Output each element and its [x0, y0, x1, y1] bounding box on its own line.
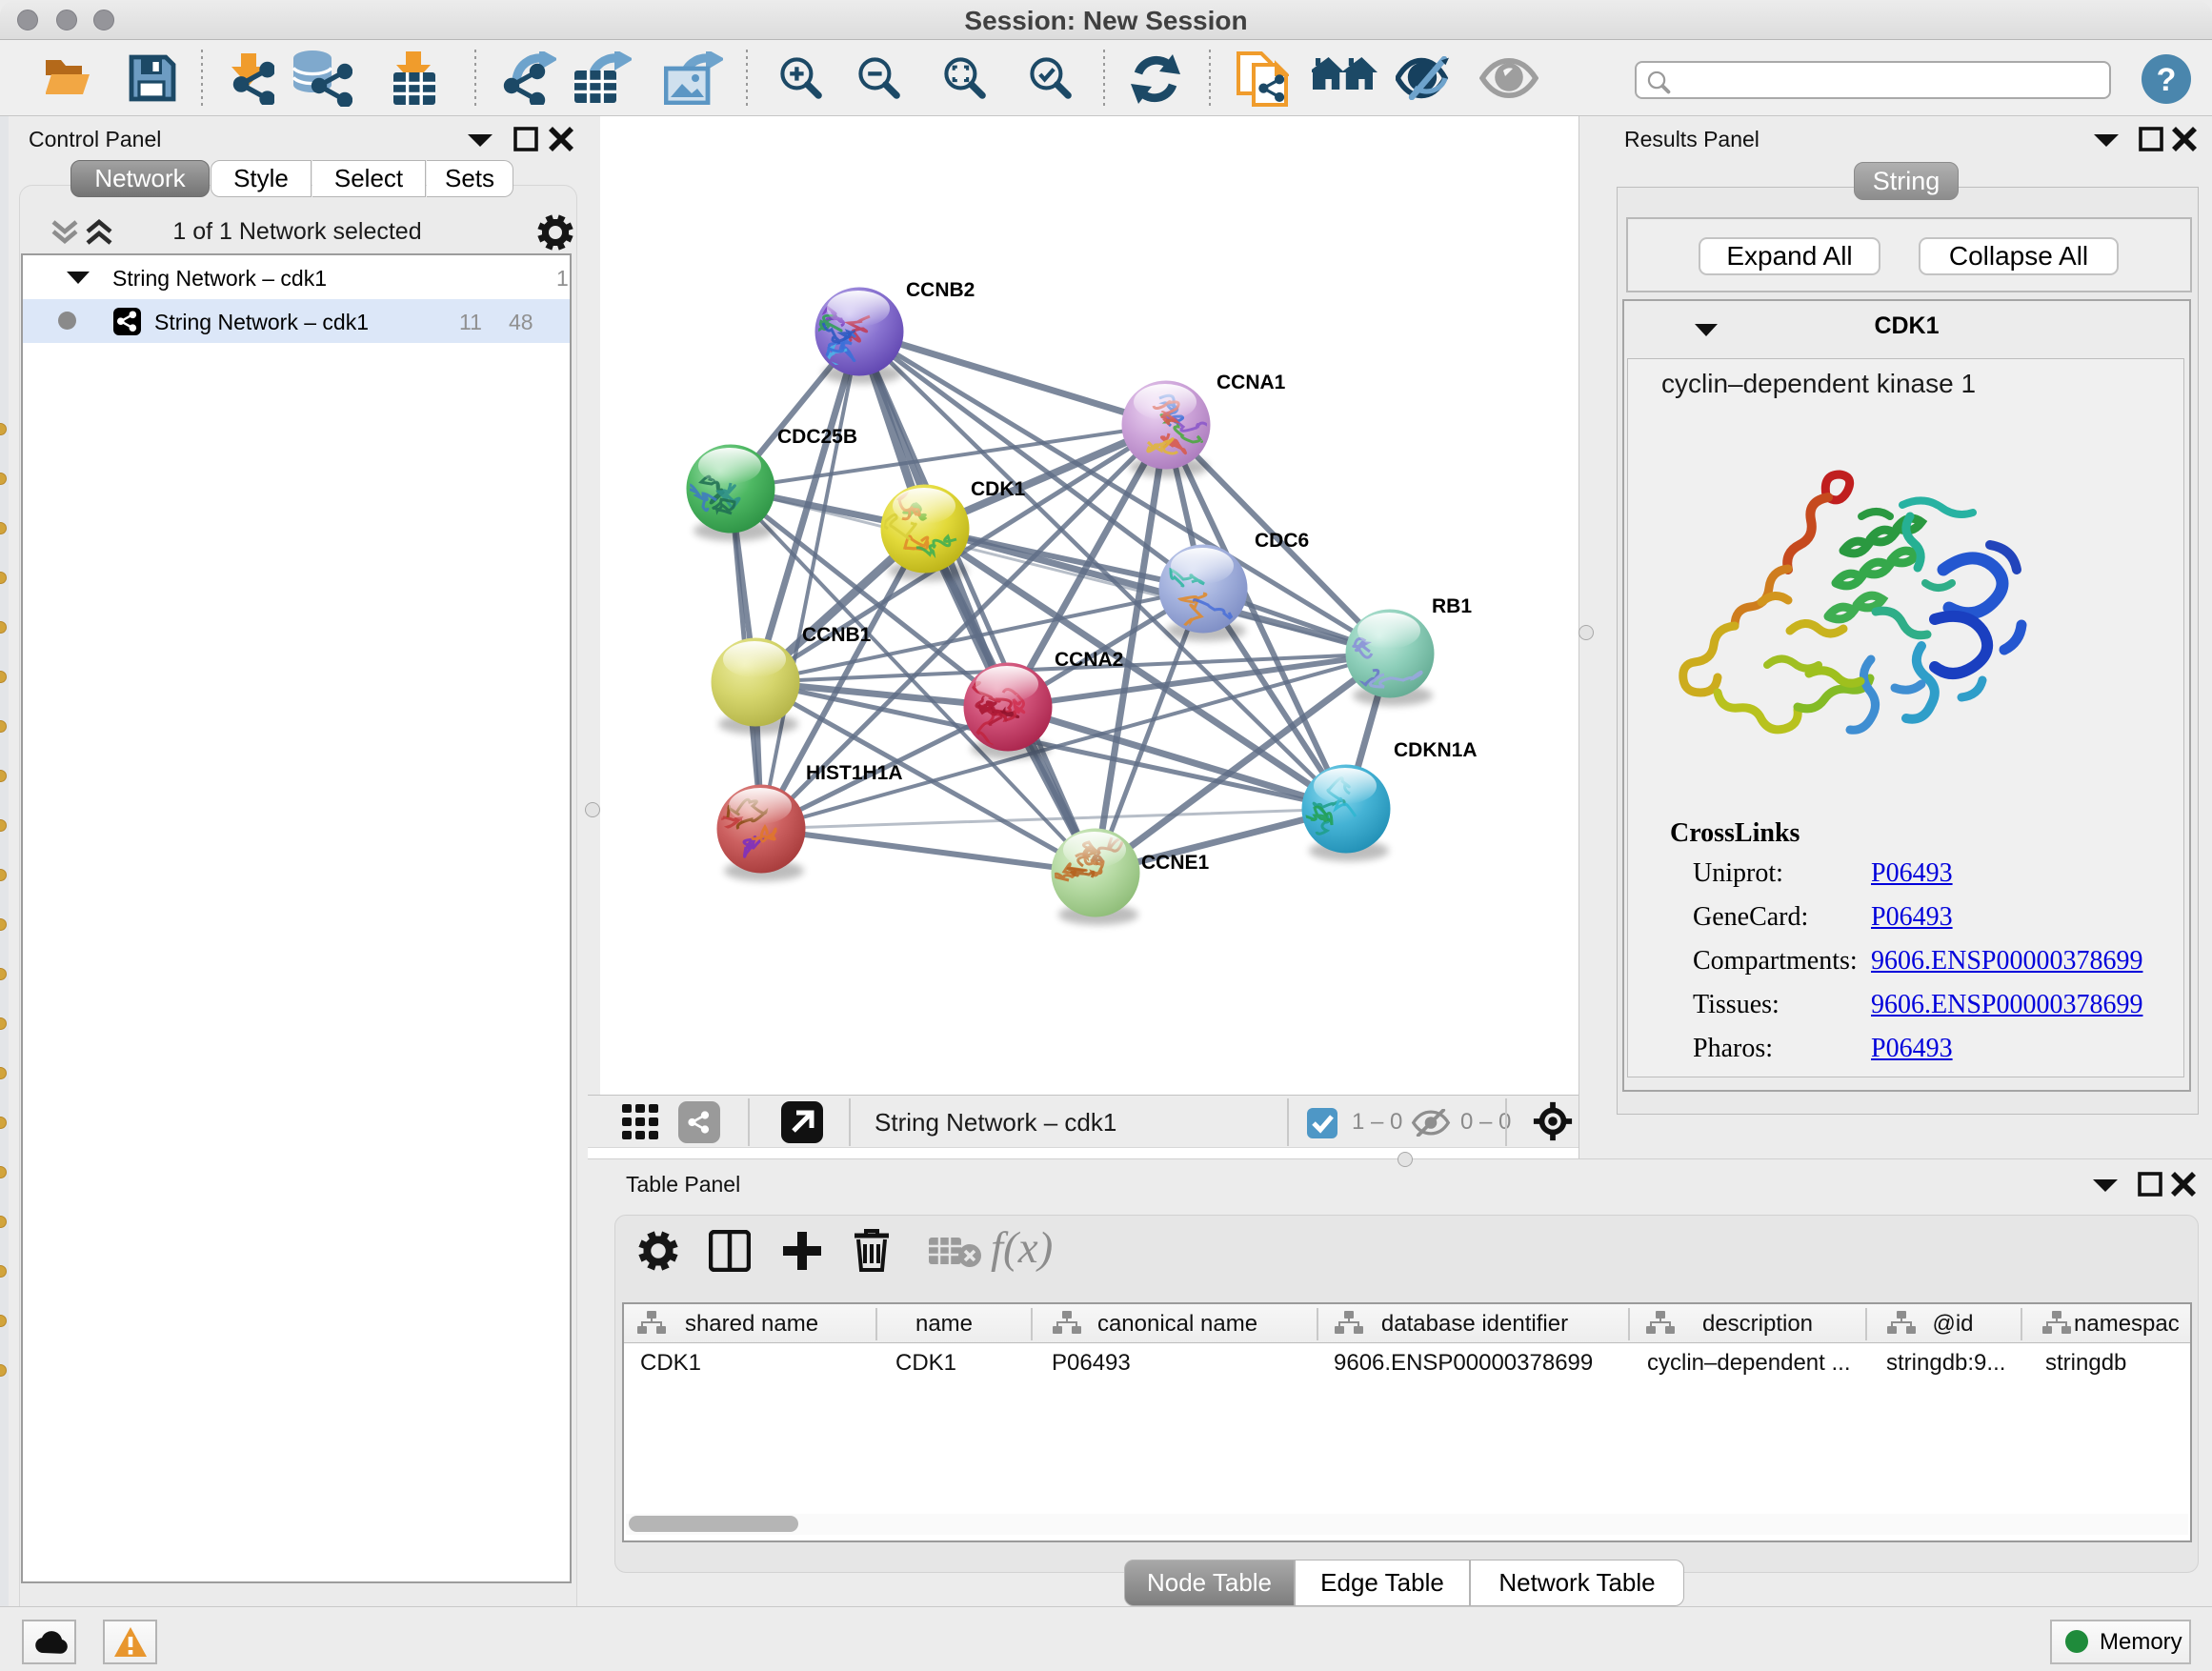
svg-text:RB1: RB1 — [1432, 595, 1472, 617]
svg-text:HIST1H1A: HIST1H1A — [806, 762, 903, 784]
svg-text:CDC25B: CDC25B — [777, 426, 857, 448]
svg-text:CDKN1A: CDKN1A — [1394, 739, 1478, 761]
svg-text:CCNB2: CCNB2 — [906, 279, 975, 301]
svg-text:CCNA1: CCNA1 — [1217, 372, 1286, 393]
svg-text:CCNB1: CCNB1 — [802, 624, 872, 646]
svg-text:CDK1: CDK1 — [971, 478, 1025, 500]
svg-text:CCNA2: CCNA2 — [1055, 649, 1123, 671]
svg-text:?: ? — [2157, 62, 2177, 98]
svg-text:CCNE1: CCNE1 — [1141, 852, 1210, 874]
svg-text:CDC6: CDC6 — [1255, 530, 1309, 552]
